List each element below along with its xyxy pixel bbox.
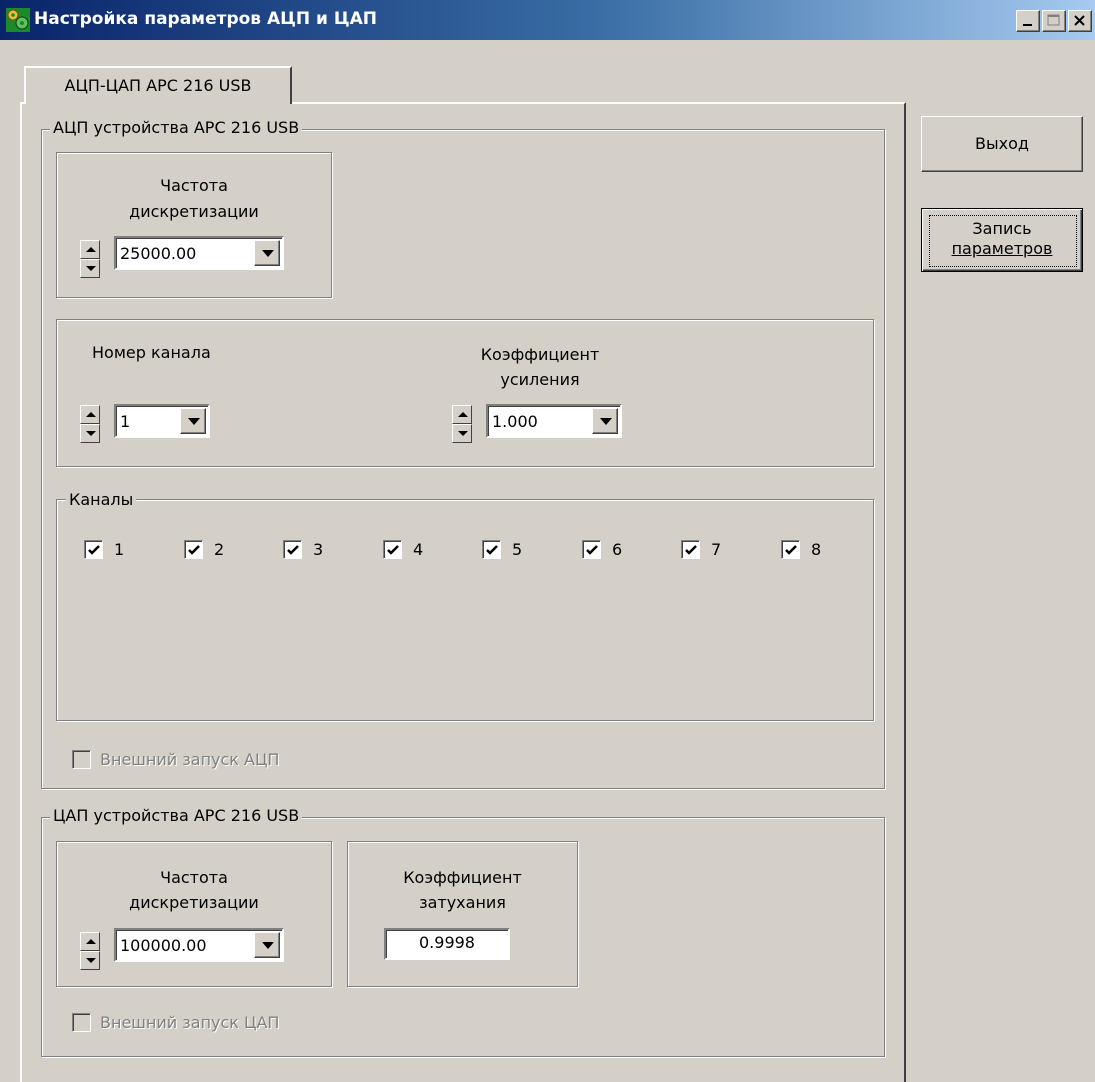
- minimize-icon: [1023, 24, 1032, 26]
- adc-external-trigger-checkbox[interactable]: [72, 750, 91, 769]
- tab-label: АЦП-ЦАП APC 216 USB: [64, 76, 252, 95]
- checkmark-icon: [88, 545, 100, 555]
- gain-label-1: Коэффициент: [480, 345, 600, 364]
- gain-combo[interactable]: 1.000: [486, 404, 622, 438]
- gain-label-2: усиления: [500, 370, 580, 389]
- close-icon: [1074, 15, 1085, 26]
- spin-up-button[interactable]: [80, 932, 100, 951]
- maximize-icon: [1047, 14, 1060, 26]
- exit-button[interactable]: Выход: [921, 116, 1083, 172]
- channel-checkbox-5[interactable]: [482, 540, 501, 559]
- adc-sample-rate-label-2: дискретизации: [129, 202, 259, 221]
- spin-up-arrow-icon: [86, 247, 96, 252]
- channel-checkbox-3[interactable]: [283, 540, 302, 559]
- dropdown-arrow-icon: [188, 418, 200, 425]
- adc-sample-rate-label-1: Частота: [160, 176, 228, 195]
- save-button-label-2: параметров: [951, 239, 1053, 258]
- channel-number-spinner[interactable]: [80, 405, 100, 443]
- save-button-label-1: Запись: [972, 219, 1032, 238]
- app-gears-icon: [6, 8, 30, 32]
- adc-external-trigger-label: Внешний запуск АЦП: [100, 750, 280, 769]
- channel-number-value: 1: [120, 412, 131, 431]
- attenuation-label-2: затухания: [419, 893, 506, 912]
- dac-group-label: ЦАП устройства APC 216 USB: [50, 806, 303, 826]
- channel-checkbox-2[interactable]: [184, 540, 203, 559]
- channel-checkbox-7[interactable]: [681, 540, 700, 559]
- spin-down-button[interactable]: [80, 951, 100, 970]
- checkmark-icon: [188, 545, 200, 555]
- spin-down-arrow-icon: [86, 431, 96, 436]
- adc-group-label: АЦП устройства APC 216 USB: [50, 118, 303, 138]
- adc-sample-rate-value: 25000.00: [120, 244, 197, 263]
- spin-down-button[interactable]: [80, 259, 100, 278]
- channel-checkbox-label: 1: [114, 540, 125, 559]
- adc-sample-rate-spinner[interactable]: [80, 240, 100, 278]
- tab-adc-dac[interactable]: АЦП-ЦАП APC 216 USB: [24, 66, 292, 104]
- dac-sample-rate-value: 100000.00: [120, 936, 207, 955]
- channel-number-label: Номер канала: [92, 343, 211, 362]
- spin-up-button[interactable]: [80, 405, 100, 424]
- spin-up-arrow-icon: [86, 939, 96, 944]
- channel-checkbox-1[interactable]: [84, 540, 103, 559]
- adc-sample-rate-combo[interactable]: 25000.00: [114, 236, 284, 270]
- spin-up-arrow-icon: [86, 412, 96, 417]
- window-title: Настройка параметров АЦП и ЦАП: [34, 9, 378, 29]
- gain-spinner[interactable]: [452, 405, 472, 443]
- channel-checkbox-label: 3: [313, 540, 324, 559]
- spin-up-button[interactable]: [80, 240, 100, 259]
- spin-up-button[interactable]: [452, 405, 472, 424]
- checkmark-icon: [287, 545, 299, 555]
- spin-down-arrow-icon: [86, 266, 96, 271]
- attenuation-input[interactable]: 0.9998: [384, 928, 510, 960]
- spin-down-arrow-icon: [458, 431, 468, 436]
- checkmark-icon: [685, 545, 697, 555]
- channel-gain-panel: [56, 319, 874, 467]
- checkmark-icon: [486, 545, 498, 555]
- maximize-button[interactable]: [1042, 10, 1066, 32]
- minimize-button[interactable]: [1016, 10, 1040, 32]
- attenuation-label-1: Коэффициент: [403, 868, 522, 887]
- spin-up-arrow-icon: [458, 412, 468, 417]
- dropdown-arrow-icon: [600, 418, 612, 425]
- dropdown-button[interactable]: [180, 408, 206, 434]
- channel-checkbox-label: 6: [612, 540, 623, 559]
- dropdown-arrow-icon: [262, 250, 274, 257]
- dac-sample-rate-label-2: дискретизации: [129, 893, 259, 912]
- dropdown-arrow-icon: [262, 942, 274, 949]
- channel-checkbox-8[interactable]: [781, 540, 800, 559]
- channel-checkbox-label: 4: [413, 540, 424, 559]
- checkmark-icon: [586, 545, 598, 555]
- exit-button-label: Выход: [975, 134, 1029, 153]
- channel-checkbox-label: 8: [811, 540, 822, 559]
- gain-value: 1.000: [492, 412, 538, 431]
- dac-external-trigger-label: Внешний запуск ЦАП: [100, 1013, 280, 1032]
- channel-checkbox-4[interactable]: [383, 540, 402, 559]
- close-button[interactable]: [1068, 10, 1092, 32]
- channels-group: [56, 499, 874, 721]
- tab-join: [26, 101, 290, 105]
- channel-checkbox-label: 7: [711, 540, 722, 559]
- spin-down-button[interactable]: [452, 424, 472, 443]
- channel-checkbox-6[interactable]: [582, 540, 601, 559]
- title-bar[interactable]: Настройка параметров АЦП и ЦАП: [0, 0, 1095, 40]
- dropdown-button[interactable]: [592, 408, 618, 434]
- dac-sample-rate-label-1: Частота: [160, 868, 228, 887]
- spin-down-button[interactable]: [80, 424, 100, 443]
- dropdown-button[interactable]: [254, 240, 280, 266]
- dropdown-button[interactable]: [254, 932, 280, 958]
- checkmark-icon: [387, 545, 399, 555]
- save-parameters-button[interactable]: Запись параметров: [921, 208, 1083, 272]
- dac-sample-rate-combo[interactable]: 100000.00: [114, 928, 284, 962]
- dac-external-trigger-checkbox[interactable]: [72, 1013, 91, 1032]
- channel-number-combo[interactable]: 1: [114, 404, 210, 438]
- dac-sample-rate-spinner[interactable]: [80, 932, 100, 970]
- channels-group-label: Каналы: [66, 490, 137, 510]
- channel-checkbox-label: 5: [512, 540, 523, 559]
- spin-down-arrow-icon: [86, 958, 96, 963]
- channel-checkbox-label: 2: [214, 540, 225, 559]
- checkmark-icon: [785, 545, 797, 555]
